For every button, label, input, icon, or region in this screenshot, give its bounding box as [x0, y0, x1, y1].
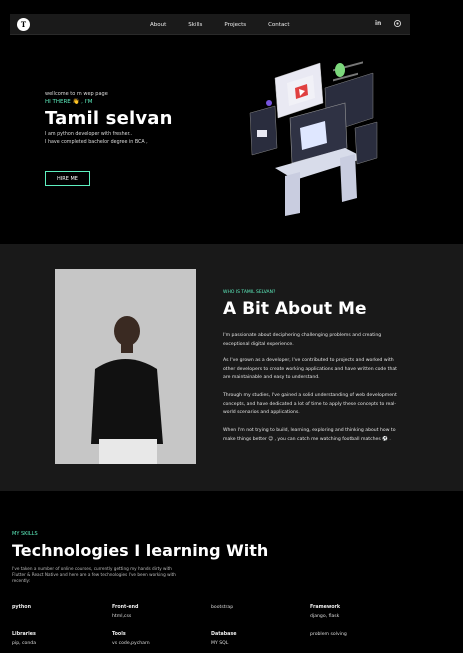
nav-link-projects[interactable]: Projects [224, 22, 246, 28]
skill-value: pip, conda [12, 641, 37, 646]
skill-cell: Front-end html,css [112, 605, 138, 619]
about-kicker: WHO IS TAMIL SELVAN? [223, 290, 276, 295]
skill-heading: python [12, 605, 31, 610]
linkedin-icon[interactable]: in [375, 20, 381, 27]
skill-heading: Tools [112, 632, 126, 637]
skill-value: bootstrap [211, 605, 234, 610]
skill-heading: Libraries [12, 632, 36, 637]
about-section: WHO IS TAMIL SELVAN? A Bit About Me I'm … [0, 244, 463, 491]
nav-links: About Skills Projects Contact [150, 14, 312, 35]
nav-link-contact[interactable]: Contact [268, 22, 289, 28]
github-icon[interactable] [394, 20, 401, 29]
hero-line-2: I have completed bachelor degree in BCA … [45, 140, 148, 145]
top-navbar: T About Skills Projects Contact in [10, 14, 410, 35]
about-paragraph-4: When I'm not trying to build, learning, … [223, 428, 396, 442]
nav-link-about[interactable]: About [150, 22, 166, 28]
skill-value: vs code,pycharn [112, 641, 150, 646]
skill-heading: Front-end [112, 605, 139, 610]
skill-heading: Framework [310, 605, 341, 610]
skills-title: Technologies I learning With [12, 541, 269, 560]
nav-link-skills[interactable]: Skills [188, 22, 202, 28]
skill-heading: Database [211, 632, 237, 637]
about-paragraph-2: As I've grown as a developer, I've contr… [223, 358, 397, 380]
logo[interactable]: T [17, 18, 30, 31]
skills-kicker: MY SKILLS [12, 531, 38, 537]
skills-section: MY SKILLS Technologies I learning With I… [0, 491, 463, 653]
profile-photo [55, 269, 196, 464]
hero-name: Tamil selvan [45, 108, 173, 129]
skill-cell: Framework django, flask [310, 605, 340, 619]
skills-description: I've taken a number of online courses, c… [12, 566, 176, 584]
hire-me-button[interactable]: HIRE ME [45, 171, 90, 186]
about-title: A Bit About Me [223, 299, 367, 319]
skill-cell: bootstrap [211, 605, 233, 610]
about-paragraph-1: I'm passionate about deciphering challen… [223, 333, 382, 347]
skill-value: html,css [112, 614, 132, 619]
skill-value: django, flask [310, 614, 340, 619]
skill-cell: Database MY SQL [211, 632, 237, 646]
skill-value: MY SQL [211, 641, 229, 646]
hero-section: wellcome to m wep page HI THERE 👋 , I'M … [0, 38, 463, 244]
skill-cell: python [12, 605, 31, 614]
skill-value: problem solving [310, 632, 347, 637]
skill-cell: Tools vs code,pycharn [112, 632, 150, 646]
skill-cell: problem solving [310, 632, 347, 637]
about-paragraph-3: Through my studies, I've gained a solid … [223, 393, 397, 415]
skill-cell: Libraries pip, conda [12, 632, 36, 646]
hero-greeting: HI THERE 👋 , I'M [45, 99, 93, 105]
hero-welcome: wellcome to m wep page [45, 91, 108, 97]
hero-line-1: I am python developer with fresher.. [45, 132, 133, 137]
hero-illustration [249, 61, 378, 216]
